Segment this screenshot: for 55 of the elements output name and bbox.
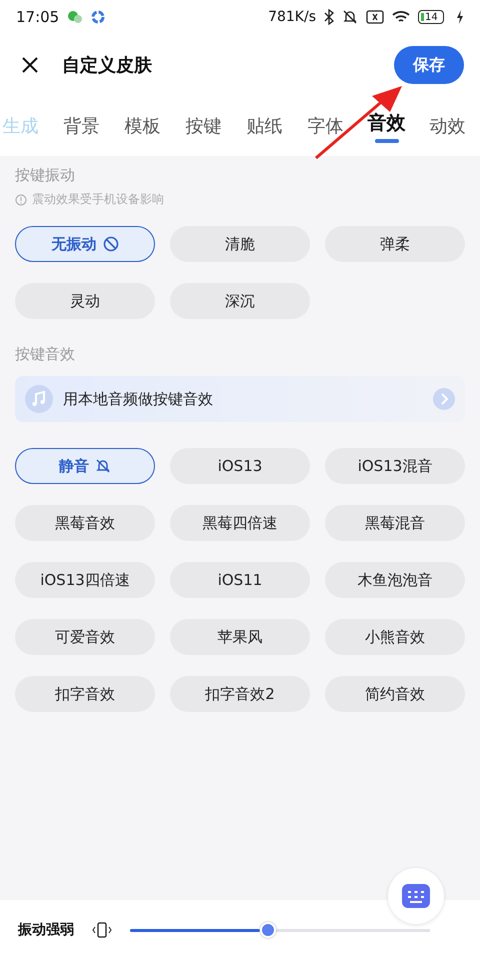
option-button[interactable]: 可爱音效	[15, 619, 155, 655]
network-speed: 781K/s	[268, 9, 316, 25]
tab[interactable]: 音效	[356, 104, 417, 148]
option-button[interactable]: 灵动	[15, 283, 155, 319]
option-button[interactable]: iOS13	[170, 448, 310, 484]
option-button[interactable]: 小熊音效	[325, 619, 465, 655]
option-button[interactable]: 简约音效	[325, 676, 465, 712]
option-button[interactable]: 深沉	[170, 283, 310, 319]
tab[interactable]: 动效	[417, 104, 478, 148]
tab[interactable]: 字体	[295, 104, 356, 148]
option-button[interactable]: iOS13四倍速	[15, 562, 155, 598]
option-button[interactable]: 扣字音效2	[170, 676, 310, 712]
bell-off-icon	[95, 458, 111, 474]
ban-icon	[102, 236, 118, 252]
slider-label: 振动强弱	[18, 921, 74, 939]
music-note-icon	[25, 385, 53, 413]
option-button[interactable]: 弹柔	[325, 226, 465, 262]
option-button[interactable]: 黑莓混音	[325, 505, 465, 541]
bluetooth-icon	[324, 9, 334, 25]
keyboard-button[interactable]	[388, 868, 444, 924]
option-button[interactable]: 苹果风	[170, 619, 310, 655]
note-text: 震动效果受手机设备影响	[32, 191, 164, 208]
option-button[interactable]: 清脆	[170, 226, 310, 262]
section-title: 按键振动	[15, 166, 76, 185]
tab[interactable]: 贴纸	[234, 104, 295, 148]
option-button[interactable]: 无振动	[15, 226, 155, 262]
tab[interactable]: 按键	[173, 104, 234, 148]
option-button[interactable]: iOS11	[170, 562, 310, 598]
save-button[interactable]: 保存	[394, 46, 464, 84]
battery-level: 14	[425, 12, 438, 22]
charging-icon	[456, 10, 464, 24]
tab[interactable]: 背景	[51, 104, 112, 148]
info-icon	[15, 194, 27, 206]
tab[interactable]: 模板	[112, 104, 173, 148]
bell-off-icon	[342, 9, 358, 25]
keyboard-icon	[401, 881, 431, 911]
close-icon[interactable]	[20, 55, 40, 75]
local-audio-banner[interactable]: 用本地音频做按键音效	[15, 376, 465, 422]
chat-app-icon	[67, 10, 84, 24]
section-title: 按键音效	[15, 345, 76, 364]
option-button[interactable]: 扣字音效	[15, 676, 155, 712]
option-button[interactable]: 静音	[15, 448, 155, 484]
sim-off-icon	[366, 10, 384, 24]
option-button[interactable]: 木鱼泡泡音	[325, 562, 465, 598]
option-button[interactable]: 黑莓四倍速	[170, 505, 310, 541]
option-button[interactable]: 黑莓音效	[15, 505, 155, 541]
option-button[interactable]: iOS13混音	[325, 448, 465, 484]
slider-thumb[interactable]	[260, 922, 276, 938]
app-icon	[91, 10, 106, 24]
page-title: 自定义皮肤	[62, 54, 152, 77]
status-time: 17:05	[16, 8, 60, 26]
wifi-icon	[392, 10, 410, 24]
vibrate-icon	[92, 921, 112, 939]
tab-indicator	[374, 138, 398, 142]
chevron-right-icon	[433, 388, 455, 410]
